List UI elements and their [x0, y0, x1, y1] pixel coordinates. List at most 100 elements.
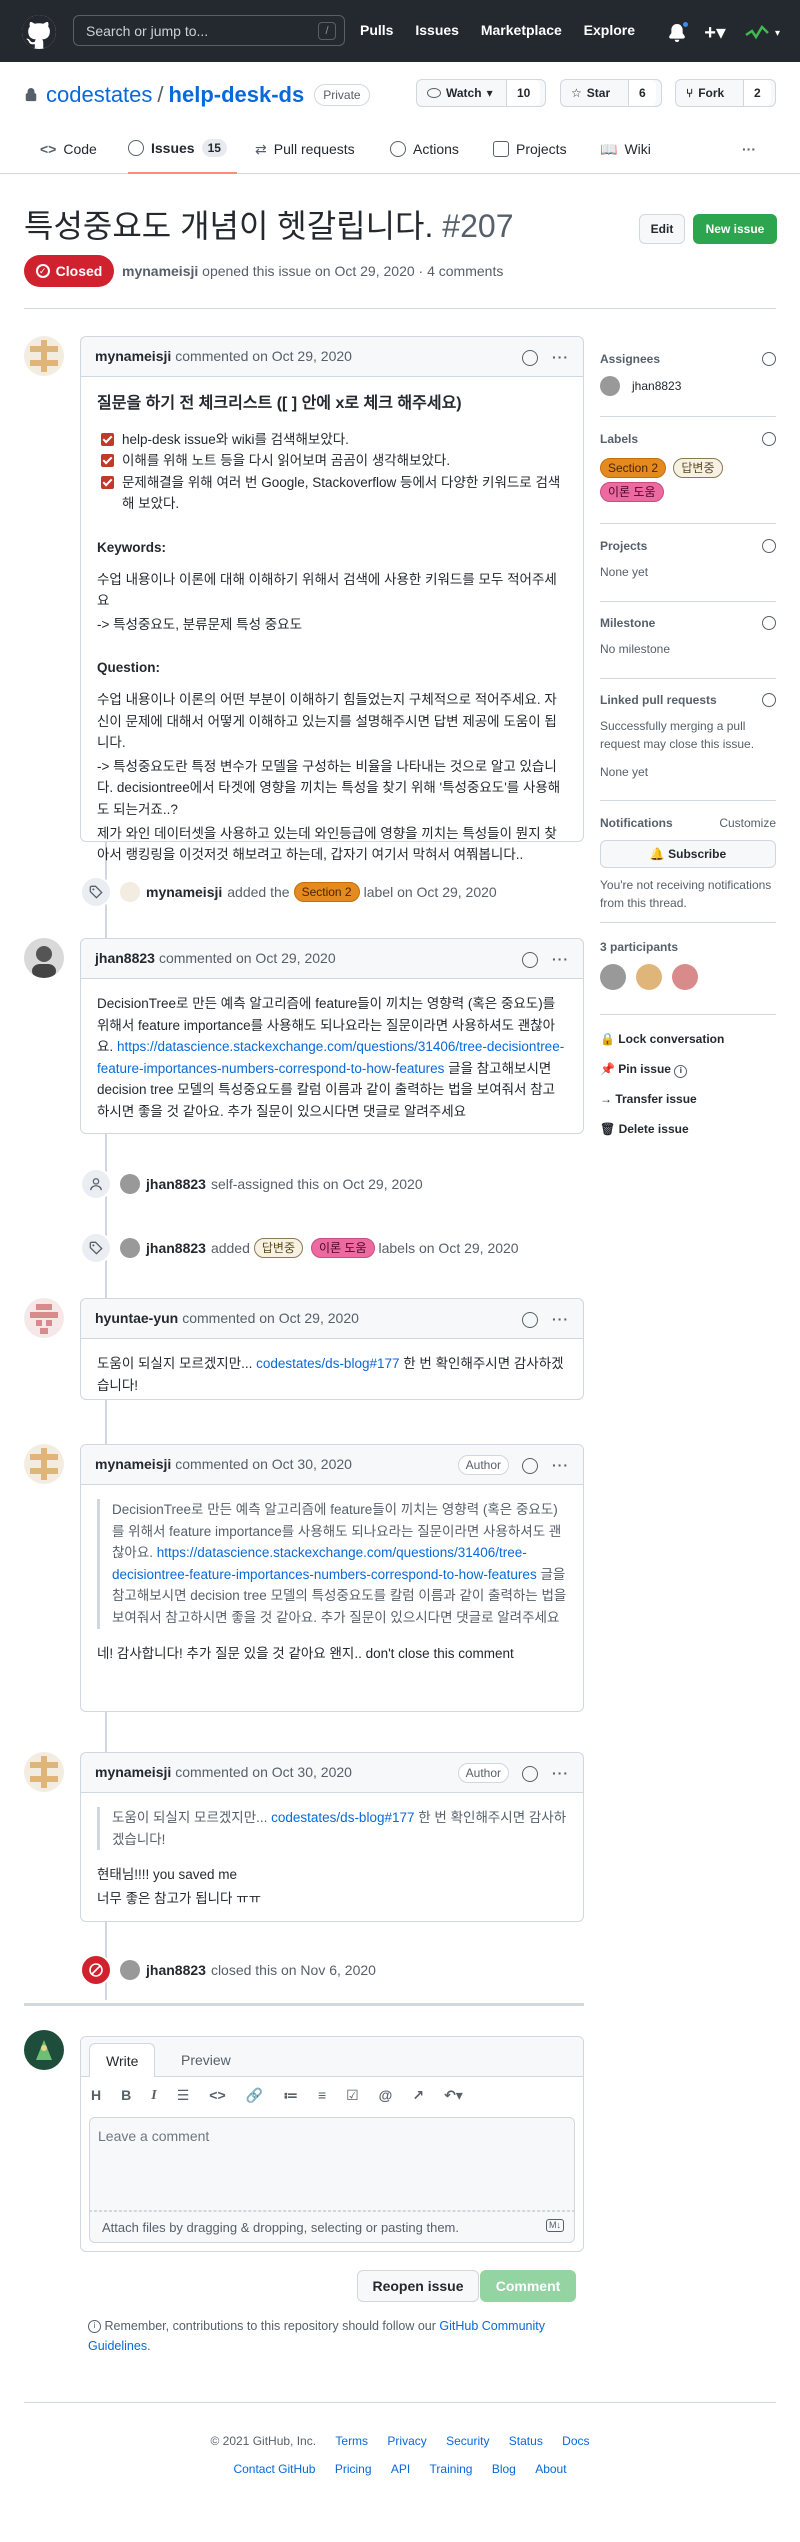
- link-icon[interactable]: 🔗: [246, 2085, 263, 2106]
- footer-link-terms[interactable]: Terms: [335, 2434, 368, 2448]
- italic-icon[interactable]: I: [151, 2085, 156, 2106]
- emoji-reaction-icon[interactable]: [522, 349, 538, 366]
- label-section-2[interactable]: Section 2: [293, 882, 360, 902]
- label-answering[interactable]: 답변중: [673, 458, 723, 478]
- gear-icon[interactable]: [762, 616, 776, 630]
- comment-button[interactable]: Comment: [480, 2270, 576, 2302]
- pin-issue-link[interactable]: 📌 Pin issue i: [600, 1060, 776, 1078]
- checkbox-checked[interactable]: [101, 432, 114, 446]
- participant-avatar[interactable]: [672, 964, 698, 990]
- customize-link[interactable]: Customize: [719, 814, 776, 832]
- label-theory-help[interactable]: 이론 도움: [311, 1238, 375, 1258]
- bullet-list-icon[interactable]: ≔: [283, 2085, 298, 2106]
- tab-write[interactable]: Write: [89, 2043, 156, 2077]
- comment-author[interactable]: mynameisji: [95, 346, 171, 367]
- search-input[interactable]: Search or jump to... /: [73, 15, 345, 46]
- tab-issues[interactable]: Issues 15: [128, 124, 237, 174]
- fork-button[interactable]: ⑂ Fork 2: [675, 79, 776, 107]
- current-user-avatar[interactable]: [24, 2030, 64, 2070]
- checkbox-checked[interactable]: [101, 475, 114, 489]
- mention-icon[interactable]: @: [379, 2085, 393, 2106]
- footer-link-status[interactable]: Status: [509, 2434, 543, 2448]
- task-list-icon[interactable]: ☑: [346, 2085, 359, 2106]
- repo-name-link[interactable]: help-desk-ds: [169, 78, 305, 111]
- stackexchange-link[interactable]: https://datascience.stackexchange.com/qu…: [112, 1545, 537, 1582]
- attach-files-bar[interactable]: Attach files by dragging & dropping, sel…: [89, 2211, 575, 2243]
- reply-icon[interactable]: ↶▾: [444, 2085, 463, 2106]
- footer-link-about[interactable]: About: [535, 2462, 566, 2476]
- kebab-menu-icon[interactable]: ···: [552, 347, 569, 368]
- issue-author-link[interactable]: mynameisji: [122, 263, 198, 279]
- tab-preview[interactable]: Preview: [165, 2043, 247, 2077]
- participant-avatar[interactable]: [600, 964, 626, 990]
- avatar-hyuntae-yun[interactable]: [24, 1298, 64, 1338]
- github-logo-icon[interactable]: [22, 15, 56, 49]
- gear-icon[interactable]: [762, 693, 776, 707]
- kebab-menu-icon[interactable]: ···: [552, 1763, 569, 1784]
- emoji-reaction-icon[interactable]: [522, 1457, 538, 1474]
- kebab-menu-icon[interactable]: ···: [552, 1455, 569, 1476]
- subscribe-button[interactable]: 🔔 Subscribe: [600, 840, 776, 868]
- emoji-reaction-icon[interactable]: [522, 1765, 538, 1782]
- participant-avatar[interactable]: [636, 964, 662, 990]
- reopen-issue-button[interactable]: Reopen issue: [357, 2270, 479, 2302]
- tab-code[interactable]: <> Code: [40, 124, 97, 174]
- watch-button[interactable]: Watch ▾ 10: [416, 79, 546, 107]
- comment-author[interactable]: mynameisji: [95, 1454, 171, 1475]
- avatar-mynameisji[interactable]: [24, 1444, 64, 1484]
- footer-link-api[interactable]: API: [391, 2462, 410, 2476]
- lock-conversation-link[interactable]: 🔒 Lock conversation: [600, 1030, 776, 1048]
- footer-link-docs[interactable]: Docs: [562, 2434, 589, 2448]
- footer-link-pricing[interactable]: Pricing: [335, 2462, 372, 2476]
- tab-wiki[interactable]: 📖 Wiki: [600, 124, 651, 174]
- repo-owner-link[interactable]: codestates: [46, 78, 152, 111]
- comment-author[interactable]: mynameisji: [95, 1762, 171, 1783]
- avatar-jhan8823[interactable]: [24, 938, 64, 978]
- code-icon[interactable]: <>: [209, 2085, 225, 2106]
- label-theory-help[interactable]: 이론 도움: [600, 482, 664, 502]
- gear-icon[interactable]: [762, 352, 776, 366]
- comment-textarea[interactable]: Leave a comment: [89, 2117, 575, 2211]
- ds-blog-link[interactable]: codestates/ds-blog#177: [271, 1810, 414, 1825]
- label-section-2[interactable]: Section 2: [600, 458, 667, 478]
- create-new-plus-icon[interactable]: +▾: [704, 18, 726, 48]
- notifications-bell-icon[interactable]: [668, 20, 691, 43]
- edit-title-button[interactable]: Edit: [639, 214, 685, 244]
- tab-actions[interactable]: Actions: [390, 124, 459, 174]
- more-tabs-icon[interactable]: ···: [742, 124, 756, 174]
- footer-link-privacy[interactable]: Privacy: [387, 2434, 426, 2448]
- star-button[interactable]: ☆ Star 6: [560, 79, 662, 107]
- footer-link-training[interactable]: Training: [430, 2462, 473, 2476]
- footer-link-security[interactable]: Security: [446, 2434, 489, 2448]
- emoji-reaction-icon[interactable]: [522, 1311, 538, 1328]
- new-issue-button[interactable]: New issue: [693, 214, 777, 244]
- gear-icon[interactable]: [762, 539, 776, 553]
- nav-pulls[interactable]: Pulls: [360, 22, 393, 38]
- quote-icon[interactable]: ☰: [177, 2085, 190, 2106]
- nav-marketplace[interactable]: Marketplace: [481, 22, 562, 38]
- tab-projects[interactable]: Projects: [493, 124, 567, 174]
- checkbox-checked[interactable]: [101, 454, 114, 468]
- transfer-issue-link[interactable]: → Transfer issue: [600, 1090, 776, 1108]
- ds-blog-link[interactable]: codestates/ds-blog#177: [256, 1356, 399, 1371]
- delete-issue-link[interactable]: 🗑 Delete issue: [600, 1120, 776, 1138]
- tab-pull-requests[interactable]: ⇄ Pull requests: [255, 124, 355, 174]
- label-answering[interactable]: 답변중: [253, 1238, 303, 1258]
- footer-link-blog[interactable]: Blog: [492, 2462, 516, 2476]
- kebab-menu-icon[interactable]: ···: [552, 1309, 569, 1330]
- heading-icon[interactable]: H: [91, 2085, 101, 2106]
- bold-icon[interactable]: B: [121, 2085, 131, 2106]
- nav-issues[interactable]: Issues: [415, 22, 459, 38]
- numbered-list-icon[interactable]: ≡: [318, 2085, 326, 2106]
- kebab-menu-icon[interactable]: ···: [552, 949, 569, 970]
- user-avatar-menu[interactable]: ▾: [744, 23, 780, 43]
- comment-author[interactable]: jhan8823: [95, 948, 155, 969]
- reference-icon[interactable]: ↗: [412, 2085, 424, 2106]
- footer-link-contact[interactable]: Contact GitHub: [233, 2462, 315, 2476]
- emoji-reaction-icon[interactable]: [522, 951, 538, 968]
- nav-explore[interactable]: Explore: [584, 22, 635, 38]
- avatar-mynameisji[interactable]: [24, 1752, 64, 1792]
- avatar-mynameisji[interactable]: [24, 336, 64, 376]
- comment-author[interactable]: hyuntae-yun: [95, 1308, 178, 1329]
- gear-icon[interactable]: [762, 432, 776, 446]
